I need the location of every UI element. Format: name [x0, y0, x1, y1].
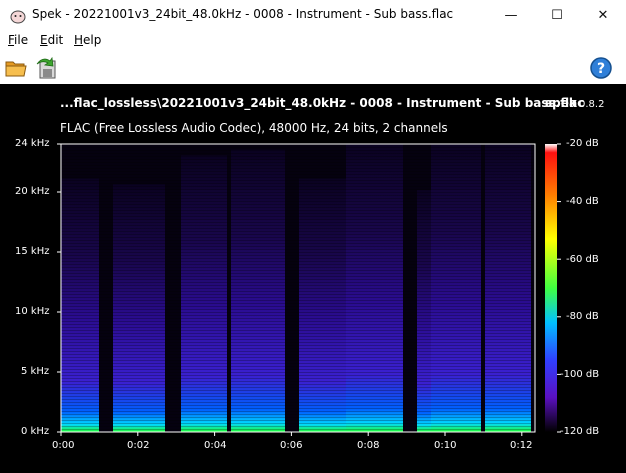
- minimize-button[interactable]: —: [488, 0, 534, 31]
- minimize-icon: —: [504, 8, 518, 23]
- svg-text:?: ?: [597, 61, 605, 77]
- menu-bar: File Edit Help: [0, 31, 626, 51]
- maximize-icon: ☐: [551, 8, 563, 23]
- folder-open-icon: [5, 61, 27, 77]
- db-color-scale: [545, 144, 557, 432]
- save-export-icon: [36, 56, 56, 79]
- menu-edit[interactable]: Edit: [40, 33, 63, 47]
- x-tick-label: 0:04: [204, 440, 227, 451]
- db-tick-label: -40 dB: [566, 196, 599, 207]
- y-tick-label: 24 kHz: [15, 138, 50, 149]
- y-tick-label: 20 kHz: [15, 186, 50, 197]
- toolbar: ?: [0, 51, 626, 85]
- y-tick-label: 0 kHz: [21, 426, 50, 437]
- x-tick-label: 0:02: [127, 440, 150, 451]
- maximize-button[interactable]: ☐: [534, 0, 580, 31]
- help-question-icon: ?: [590, 57, 612, 79]
- x-tick-label: 0:10: [434, 440, 457, 451]
- spectrogram-texture: [61, 144, 535, 432]
- y-tick-label: 15 kHz: [15, 246, 50, 257]
- x-tick-label: 0:06: [280, 440, 303, 451]
- spectrogram-plot: [57, 143, 561, 436]
- db-tick-label: -60 dB: [566, 254, 599, 265]
- menu-help[interactable]: Help: [74, 33, 101, 47]
- close-button[interactable]: ✕: [580, 0, 626, 31]
- x-tick-label: 0:00: [52, 440, 75, 451]
- title-bar: Spek - 20221001v3_24bit_48.0kHz - 0008 -…: [0, 0, 626, 31]
- db-tick-label: -120 dB: [560, 426, 600, 437]
- menu-file[interactable]: File: [8, 33, 28, 47]
- window-title: Spek - 20221001v3_24bit_48.0kHz - 0008 -…: [32, 7, 454, 21]
- db-tick-label: -20 dB: [566, 138, 599, 149]
- save-export-button[interactable]: [34, 55, 60, 81]
- x-tick-label: 0:12: [510, 440, 533, 451]
- y-tick-label: 5 kHz: [21, 366, 50, 377]
- open-file-button[interactable]: [3, 55, 29, 81]
- y-tick-label: 10 kHz: [15, 306, 50, 317]
- x-tick-label: 0:08: [357, 440, 380, 451]
- close-icon: ✕: [597, 8, 609, 23]
- db-tick-label: -80 dB: [566, 311, 599, 322]
- db-tick-label: -100 dB: [560, 369, 600, 380]
- help-button[interactable]: ?: [588, 55, 614, 81]
- spek-app-icon: [10, 10, 26, 24]
- spectrogram-canvas: ...flac_lossless\20221001v3_24bit_48.0kH…: [0, 84, 626, 473]
